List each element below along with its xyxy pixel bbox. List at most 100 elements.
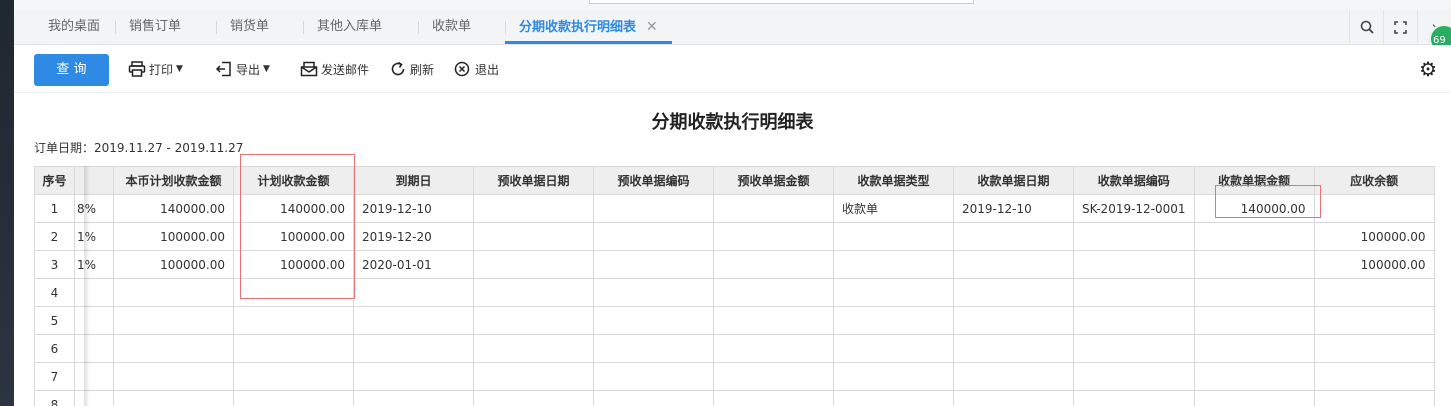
table-cell[interactable] xyxy=(953,334,1074,363)
table-cell[interactable] xyxy=(953,390,1074,406)
table-cell[interactable] xyxy=(74,390,114,406)
column-header[interactable]: 收款单据类型 xyxy=(833,166,954,195)
table-cell[interactable] xyxy=(74,306,114,335)
export-button[interactable]: 导出 ▼ xyxy=(215,60,270,78)
address-bar[interactable] xyxy=(589,0,974,4)
table-row[interactable]: 5 xyxy=(34,306,1435,335)
tab-installment-report[interactable]: 分期收款执行明细表 ✕ xyxy=(505,10,672,44)
table-cell[interactable] xyxy=(1313,278,1435,307)
table-cell[interactable] xyxy=(833,362,954,391)
table-cell[interactable] xyxy=(1313,390,1435,406)
table-cell[interactable] xyxy=(713,306,834,335)
table-cell[interactable] xyxy=(113,334,234,363)
table-cell[interactable] xyxy=(593,250,714,279)
table-cell[interactable]: 1% xyxy=(74,222,114,251)
expand-icon[interactable] xyxy=(1383,10,1417,44)
table-row[interactable]: 8 xyxy=(34,390,1435,406)
table-cell[interactable] xyxy=(1073,306,1195,335)
table-cell[interactable] xyxy=(593,334,714,363)
table-cell[interactable] xyxy=(473,222,594,251)
table-cell[interactable] xyxy=(1193,362,1315,391)
tab-sales-delivery[interactable]: 销货单 xyxy=(216,10,283,44)
refresh-button[interactable]: 刷新 xyxy=(389,60,434,78)
close-icon[interactable]: ✕ xyxy=(646,10,658,44)
table-cell[interactable] xyxy=(473,334,594,363)
table-cell[interactable] xyxy=(353,306,474,335)
table-cell[interactable]: 140000.00 xyxy=(113,194,234,223)
table-cell[interactable]: 100000.00 xyxy=(113,250,234,279)
column-header[interactable]: 预收单据金额 xyxy=(713,166,834,195)
table-cell[interactable]: 7 xyxy=(34,362,75,391)
table-cell[interactable] xyxy=(473,362,594,391)
table-cell[interactable] xyxy=(713,194,834,223)
table-cell[interactable] xyxy=(713,222,834,251)
table-cell[interactable] xyxy=(833,390,954,406)
table-row[interactable]: 6 xyxy=(34,334,1435,363)
table-cell[interactable] xyxy=(113,278,234,307)
table-cell[interactable]: 8% xyxy=(74,194,114,223)
table-cell[interactable] xyxy=(713,278,834,307)
table-cell[interactable] xyxy=(1193,250,1315,279)
table-cell[interactable] xyxy=(593,362,714,391)
table-cell[interactable] xyxy=(353,390,474,406)
table-cell[interactable] xyxy=(473,250,594,279)
table-cell[interactable] xyxy=(593,194,714,223)
table-cell[interactable] xyxy=(74,334,114,363)
table-cell[interactable] xyxy=(233,362,354,391)
column-header[interactable]: 收款单据日期 xyxy=(953,166,1074,195)
table-cell[interactable]: 2019-12-20 xyxy=(353,222,474,251)
table-cell[interactable] xyxy=(833,250,954,279)
table-cell[interactable] xyxy=(593,306,714,335)
table-cell[interactable] xyxy=(1073,390,1195,406)
table-cell[interactable]: 2019-12-10 xyxy=(353,194,474,223)
table-cell[interactable]: 2 xyxy=(34,222,75,251)
exit-button[interactable]: 退出 xyxy=(454,60,499,78)
table-cell[interactable] xyxy=(953,278,1074,307)
table-cell[interactable]: 4 xyxy=(34,278,75,307)
table-cell[interactable] xyxy=(113,390,234,406)
table-cell[interactable] xyxy=(1193,306,1315,335)
column-header[interactable]: 收款单据编码 xyxy=(1073,166,1195,195)
table-cell[interactable] xyxy=(953,306,1074,335)
search-icon[interactable] xyxy=(1349,10,1383,44)
table-cell[interactable] xyxy=(473,278,594,307)
table-cell[interactable]: 100000.00 xyxy=(1313,222,1435,251)
table-cell[interactable] xyxy=(1073,362,1195,391)
table-cell[interactable] xyxy=(833,306,954,335)
column-header[interactable]: 预收单据编码 xyxy=(593,166,714,195)
table-cell[interactable] xyxy=(473,390,594,406)
table-cell[interactable]: 100000.00 xyxy=(113,222,234,251)
table-cell[interactable] xyxy=(1073,222,1195,251)
table-cell[interactable] xyxy=(713,362,834,391)
table-cell[interactable] xyxy=(233,306,354,335)
table-cell[interactable] xyxy=(953,250,1074,279)
table-cell[interactable] xyxy=(953,222,1074,251)
table-cell[interactable] xyxy=(74,278,114,307)
table-cell[interactable] xyxy=(353,362,474,391)
table-cell[interactable]: 3 xyxy=(34,250,75,279)
table-cell[interactable] xyxy=(233,334,354,363)
table-row[interactable]: 7 xyxy=(34,362,1435,391)
table-cell[interactable] xyxy=(593,278,714,307)
table-cell[interactable] xyxy=(473,194,594,223)
table-cell[interactable] xyxy=(1193,278,1315,307)
table-cell[interactable] xyxy=(593,222,714,251)
table-cell[interactable] xyxy=(1193,334,1315,363)
table-cell[interactable]: 8 xyxy=(34,390,75,406)
column-header[interactable] xyxy=(74,166,114,195)
table-cell[interactable] xyxy=(953,362,1074,391)
table-cell[interactable]: 2019-12-10 xyxy=(953,194,1074,223)
column-header[interactable]: 应收余额 xyxy=(1313,166,1435,195)
tab-sales-order[interactable]: 销售订单 xyxy=(115,10,195,44)
query-button[interactable]: 查 询 xyxy=(34,54,109,86)
table-cell[interactable] xyxy=(713,390,834,406)
table-cell[interactable] xyxy=(713,250,834,279)
gear-icon[interactable]: ⚙ xyxy=(1419,57,1437,81)
print-button[interactable]: 打印 ▼ xyxy=(128,60,183,78)
table-cell[interactable] xyxy=(833,334,954,363)
table-cell[interactable] xyxy=(1073,278,1195,307)
table-cell[interactable]: 1 xyxy=(34,194,75,223)
table-cell[interactable]: 5 xyxy=(34,306,75,335)
table-cell[interactable]: SK-2019-12-0001 xyxy=(1073,194,1195,223)
tab-receipt[interactable]: 收款单 xyxy=(418,10,485,44)
